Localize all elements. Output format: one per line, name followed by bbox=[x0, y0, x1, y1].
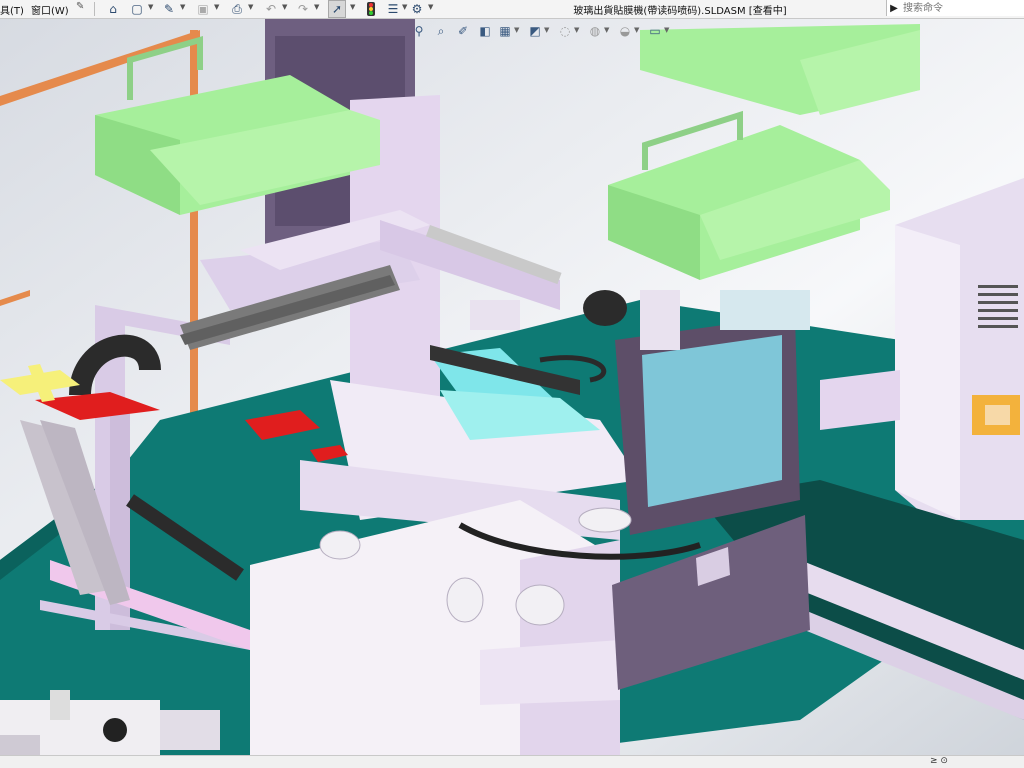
view-settings-icon[interactable]: ▭ bbox=[646, 22, 664, 40]
file-properties-icon[interactable]: ☰ bbox=[384, 0, 402, 18]
edit-appearance-icon[interactable]: ◍ bbox=[586, 22, 604, 40]
apply-scene-arrow[interactable]: ▼ bbox=[634, 26, 639, 34]
undo-dropdown-arrow[interactable]: ▼ bbox=[282, 3, 287, 11]
select-cursor-icon[interactable]: ➚ bbox=[328, 0, 346, 18]
hide-show-items-icon[interactable]: ◌ bbox=[556, 22, 574, 40]
home-icon[interactable]: ⌂ bbox=[104, 0, 122, 18]
redo-dropdown-arrow[interactable]: ▼ bbox=[314, 3, 319, 11]
cable-chain-2 bbox=[583, 290, 627, 326]
status-bar: ≥ ⊙ bbox=[0, 755, 1024, 768]
menu-window[interactable]: 窗口(W) bbox=[31, 2, 69, 17]
properties-dropdown-arrow[interactable]: ▼ bbox=[402, 3, 407, 11]
undo-icon[interactable]: ↶ bbox=[262, 0, 280, 18]
save-icon[interactable]: ▣ bbox=[194, 0, 212, 18]
print-icon[interactable]: ⎙ bbox=[228, 0, 246, 18]
new-dropdown-arrow[interactable]: ▼ bbox=[148, 3, 153, 11]
display-style-arrow[interactable]: ▼ bbox=[544, 26, 549, 34]
title-bar: 具(T) 窗口(W) ✎ ⌂ ▢ ▼ ✎ ▼ ▣ ▼ ⎙ ▼ ↶ ▼ ↷ ▼ ➚… bbox=[0, 0, 1024, 19]
view-orientation-arrow[interactable]: ▼ bbox=[514, 26, 519, 34]
electrical-cabinet bbox=[895, 178, 1024, 520]
options-gear-icon[interactable]: ⚙ bbox=[408, 0, 426, 18]
previous-view-icon[interactable]: ✐ bbox=[454, 22, 472, 40]
status-right-text: ≥ ⊙ bbox=[930, 756, 948, 766]
open-folder-icon[interactable]: ✎ bbox=[160, 0, 178, 18]
zoom-to-fit-icon[interactable]: ⚲ bbox=[410, 22, 428, 40]
display-style-icon[interactable]: ◩ bbox=[526, 22, 544, 40]
view-settings-arrow[interactable]: ▼ bbox=[664, 26, 669, 34]
toolbar-separator bbox=[94, 2, 95, 16]
search-input[interactable] bbox=[901, 1, 1015, 15]
assembly-3d-model[interactable] bbox=[0, 18, 1024, 755]
rebuild-traffic-light-icon[interactable] bbox=[362, 0, 380, 18]
apply-scene-icon[interactable]: ◒ bbox=[616, 22, 634, 40]
graphics-viewport[interactable] bbox=[0, 18, 1024, 755]
pin-icon[interactable]: ✎ bbox=[76, 1, 84, 12]
hide-show-arrow[interactable]: ▼ bbox=[574, 26, 579, 34]
document-title: 玻璃出貨貼膜機(帶读码喷码).SLDASM [查看中] bbox=[573, 6, 787, 17]
new-document-icon[interactable]: ▢ bbox=[128, 0, 146, 18]
menu-tools[interactable]: 具(T) bbox=[0, 2, 24, 17]
view-orientation-icon[interactable]: ▦ bbox=[496, 22, 514, 40]
redo-icon[interactable]: ↷ bbox=[294, 0, 312, 18]
options-dropdown-arrow[interactable]: ▼ bbox=[428, 3, 433, 11]
command-search-icon: ▶ bbox=[890, 2, 898, 14]
search-box[interactable]: ▶ bbox=[886, 0, 1024, 16]
open-dropdown-arrow[interactable]: ▼ bbox=[180, 3, 185, 11]
edit-appearance-arrow[interactable]: ▼ bbox=[604, 26, 609, 34]
zoom-area-icon[interactable]: ⌕ bbox=[432, 22, 450, 40]
print-dropdown-arrow[interactable]: ▼ bbox=[248, 3, 253, 11]
section-view-icon[interactable]: ◧ bbox=[476, 22, 494, 40]
select-dropdown-arrow[interactable]: ▼ bbox=[350, 3, 355, 11]
save-dropdown-arrow[interactable]: ▼ bbox=[214, 3, 219, 11]
